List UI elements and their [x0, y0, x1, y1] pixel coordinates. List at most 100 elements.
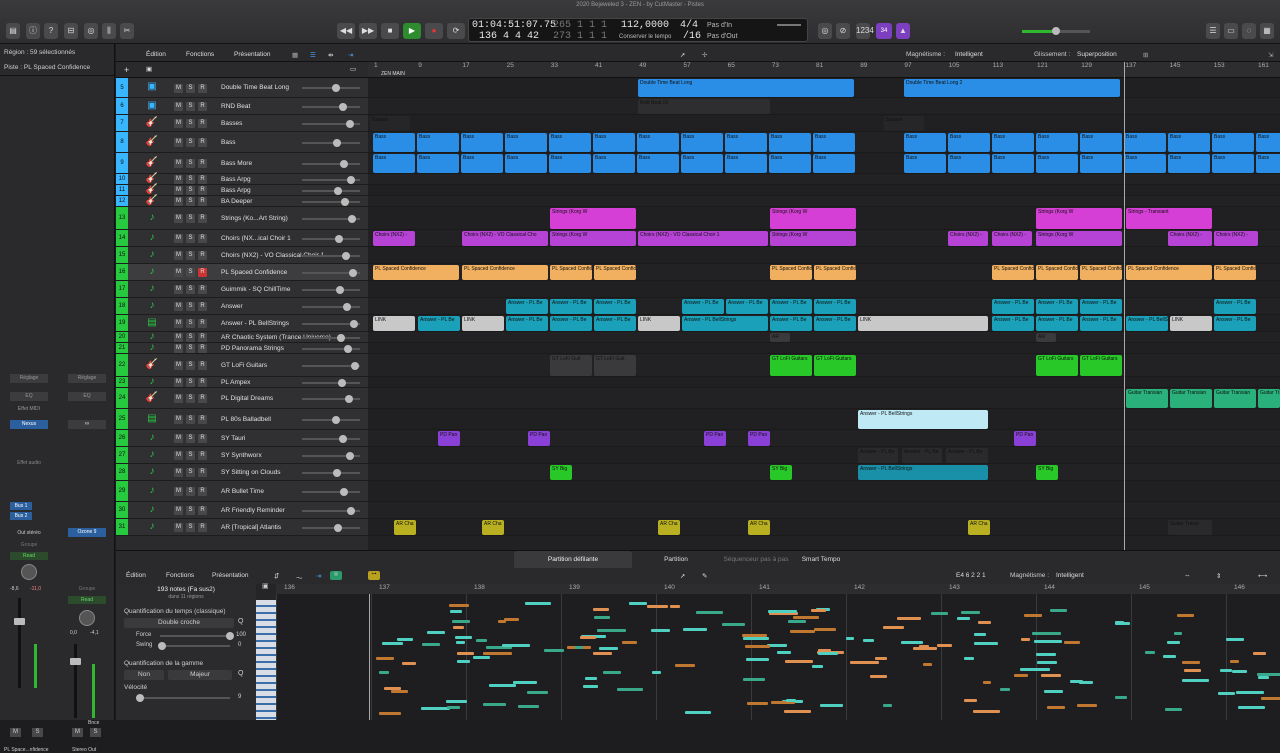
region[interactable]: Bass [681, 133, 723, 152]
midi-note[interactable] [585, 677, 597, 681]
region[interactable]: PL Spaced Confidence [373, 265, 459, 280]
record-button[interactable]: ● [425, 23, 443, 39]
record-enable-button[interactable]: R [198, 197, 207, 206]
region[interactable]: Bass [461, 133, 503, 152]
list-editors-button[interactable]: ☰ [1206, 23, 1220, 39]
region[interactable]: Answer - PL Be [418, 316, 460, 331]
mute-button[interactable]: M [174, 186, 183, 195]
track-volume-slider[interactable] [302, 119, 360, 128]
track-header[interactable]: 31 ♪ M S R AR [Tropical] Atlantis [116, 519, 368, 536]
region[interactable]: Answer - PL Be [770, 316, 812, 331]
solo-button[interactable]: S [186, 138, 195, 147]
velocity-slider[interactable] [136, 694, 230, 702]
midi-note[interactable] [616, 687, 644, 691]
mute-button[interactable]: M [174, 378, 183, 387]
editor-ruler[interactable]: 136 137 138 139 140 141 142 143 144 145 146 [276, 584, 1280, 594]
mute-button[interactable]: M [174, 394, 183, 403]
midi-note[interactable] [845, 637, 855, 641]
region[interactable]: GT LoFi Guitars [1036, 355, 1078, 376]
midi-note[interactable] [999, 687, 1010, 691]
automation-mode[interactable]: Read [10, 552, 48, 560]
midi-note[interactable] [583, 684, 598, 688]
midi-note[interactable] [683, 627, 708, 631]
solo-button[interactable]: S [186, 506, 195, 515]
record-enable-button[interactable]: R [198, 102, 207, 111]
midi-note[interactable] [1046, 705, 1065, 709]
lcd-tempo[interactable]: 112,0000 [621, 20, 669, 31]
play-button[interactable]: ▶ [403, 23, 421, 39]
track-header[interactable]: 7 🎸 M S R Basses [116, 115, 368, 132]
midi-note[interactable] [1177, 613, 1195, 617]
track-header[interactable]: 19 ▤ M S R Answer - PL BellStrings [116, 315, 368, 332]
eq-button[interactable]: EQ [10, 392, 48, 401]
midi-note[interactable] [1220, 668, 1232, 672]
midi-note[interactable] [1162, 654, 1177, 658]
solo-button[interactable]: S [186, 234, 195, 243]
region[interactable]: PL Spaced Confidence [1036, 265, 1078, 280]
track-volume-slider[interactable] [302, 102, 360, 111]
solo-button[interactable]: S [186, 415, 195, 424]
send-bus1[interactable]: Bus 1 [10, 502, 32, 510]
region[interactable]: AR Cha [394, 520, 416, 535]
midi-note[interactable] [517, 705, 540, 709]
midi-note[interactable] [810, 609, 827, 613]
midi-note[interactable] [787, 619, 807, 623]
midi-note[interactable] [963, 699, 977, 703]
region[interactable]: AR Cha [658, 520, 680, 535]
region[interactable]: Answer - PL Be [1080, 316, 1122, 331]
region[interactable]: Bass [1124, 154, 1166, 173]
midi-note[interactable] [961, 610, 981, 614]
region[interactable]: SY Big [770, 465, 792, 480]
solo-button[interactable]: S [186, 468, 195, 477]
region-count-badge[interactable]: 34 [876, 23, 892, 39]
track-header[interactable]: 21 ♪ M S R PD Panorama Strings [116, 342, 368, 354]
track-volume-slider[interactable] [302, 434, 360, 443]
editor-menu-functions[interactable]: Fonctions [166, 572, 194, 579]
midi-note[interactable] [819, 703, 843, 707]
track-volume-slider[interactable] [302, 175, 360, 184]
region[interactable]: PD Pan [704, 431, 726, 446]
track-header[interactable]: 24 🎸 M S R PL Digital Dreams [116, 388, 368, 409]
master-volume-slider[interactable] [1022, 27, 1090, 35]
midi-note[interactable] [1226, 638, 1244, 642]
track-name[interactable]: AR Bullet Time [221, 488, 264, 495]
track-lane[interactable] [368, 409, 1280, 430]
track-lane[interactable] [368, 196, 1280, 207]
midi-note[interactable] [747, 702, 768, 706]
secondary-tool-icon[interactable]: ✢ [702, 51, 707, 59]
region[interactable]: Bass [549, 133, 591, 152]
scale-q-button[interactable]: Q [238, 670, 243, 677]
midi-note[interactable] [397, 638, 414, 642]
editor-menu-presentation[interactable]: Présentation [212, 572, 249, 579]
record-enable-button[interactable]: R [198, 523, 207, 532]
midi-note[interactable] [777, 651, 791, 655]
region[interactable]: LINK [373, 316, 415, 331]
track-header[interactable]: 27 ♪ M S R SY Synthworx [116, 447, 368, 464]
region[interactable]: Answer - PL Be [992, 316, 1034, 331]
notepad-button[interactable]: ▭ [1224, 23, 1238, 39]
solo-button[interactable]: S [186, 361, 195, 370]
midi-note[interactable] [789, 630, 815, 634]
track-lane[interactable] [368, 464, 1280, 481]
track-header[interactable]: 18 ♪ M S R Answer [116, 298, 368, 315]
setting-button[interactable]: Réglage [10, 374, 48, 383]
track-volume-slider[interactable] [302, 451, 360, 460]
solo-button[interactable]: S [186, 394, 195, 403]
midi-note[interactable] [379, 671, 390, 675]
track-volume-slider[interactable] [302, 197, 360, 206]
track-header[interactable]: 25 ▤ M S R PL 80s Balladbell [116, 409, 368, 430]
track-volume-slider[interactable] [302, 394, 360, 403]
region[interactable]: GT LoFi Guit [594, 355, 636, 376]
midi-note[interactable] [695, 610, 724, 614]
menu-edit[interactable]: Édition [146, 51, 166, 58]
record-enable-button[interactable]: R [198, 119, 207, 128]
record-enable-button[interactable]: R [198, 506, 207, 515]
mute-button[interactable]: M [174, 451, 183, 460]
track-name[interactable]: SY Tauri [221, 435, 245, 442]
track-header[interactable]: 28 ♪ M S R SY Sitting on Clouds [116, 464, 368, 481]
region[interactable]: Answer - PL Be [1214, 316, 1256, 331]
track-name[interactable]: Strings (Ko...Art String) [221, 215, 288, 222]
track-header[interactable]: 13 ♪ M S R Strings (Ko...Art String) [116, 207, 368, 230]
midi-note[interactable] [1063, 641, 1080, 645]
mute-button[interactable]: M [174, 415, 183, 424]
